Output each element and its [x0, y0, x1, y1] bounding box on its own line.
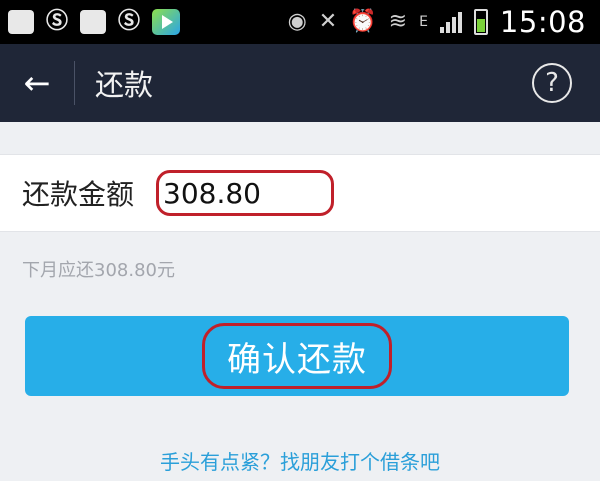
back-button[interactable]: ←	[0, 44, 74, 122]
mute-icon: ✕	[318, 9, 338, 34]
eye-icon: ◉	[287, 9, 307, 34]
amount-input[interactable]	[159, 176, 332, 210]
help-button[interactable]: ?	[532, 63, 572, 103]
netease-music-icon: Ⓢ	[117, 9, 140, 34]
battery-icon	[473, 9, 488, 35]
network-type-label: E	[419, 14, 428, 30]
amount-highlight	[156, 170, 335, 216]
confirm-repay-button[interactable]: 确认还款	[25, 316, 569, 396]
repayment-hint: 下月应还308.80元	[22, 260, 175, 281]
status-indicators: ◉ ✕ ⏰ ≋ E 15:08	[288, 5, 600, 39]
signal-icon	[439, 11, 462, 33]
status-bar: Ⓢ Ⓢ ◉ ✕ ⏰ ≋ E 15:08	[0, 0, 600, 44]
netease-music-icon: Ⓢ	[45, 9, 68, 34]
status-notifications: Ⓢ Ⓢ	[0, 9, 180, 35]
image-icon	[80, 10, 106, 34]
alarm-icon: ⏰	[349, 9, 377, 34]
amount-row: 还款金额	[0, 154, 600, 232]
borrow-from-friend-link[interactable]: 手头有点紧？找朋友打个借条吧	[0, 446, 600, 475]
add-box-icon	[8, 10, 34, 34]
amount-label: 还款金额	[22, 178, 135, 211]
back-arrow-icon: ←	[23, 64, 51, 102]
confirm-repay-label: 确认还款	[227, 339, 367, 380]
confirm-highlight: 确认还款	[202, 323, 392, 389]
nav-bar: ← 还款 ?	[0, 44, 600, 122]
video-player-icon	[152, 9, 180, 35]
help-icon: ?	[545, 68, 559, 98]
nav-divider	[74, 61, 75, 105]
status-time: 15:08	[499, 5, 586, 39]
page-title: 还款	[95, 68, 154, 102]
wifi-icon: ≋	[388, 9, 408, 34]
